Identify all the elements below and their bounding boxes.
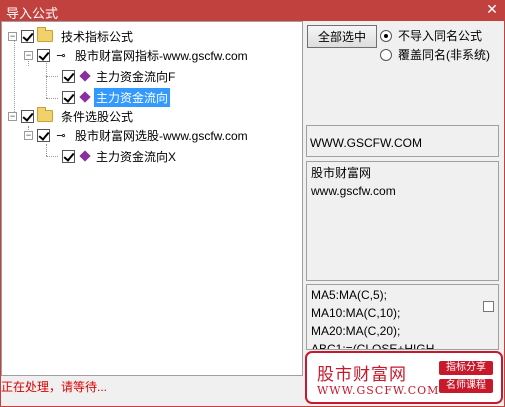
tree-node-label: 股市财富网指标-www.gscfw.com [75,48,248,63]
formula-line: MA10:MA(C,10); [311,306,401,320]
formula-line: MA20:MA(C,20); [311,324,401,338]
radio-skip-duplicates[interactable]: 不导入同名公式 [380,27,482,44]
tree-node-indicator-set[interactable]: − ⊸ 股市财富网指标-www.gscfw.com [24,46,250,64]
tree-node-screener-set[interactable]: − ⊸ 股市财富网选股-www.gscfw.com [24,126,250,144]
collapse-icon[interactable]: − [24,50,33,60]
set-checkbox[interactable] [37,128,50,142]
tree-item-label: 主力资金流向F [96,69,176,84]
group-checkbox[interactable] [21,29,34,43]
logo-title: 股市财富网 [317,365,407,385]
group-checkbox[interactable] [21,109,34,123]
select-all-button[interactable]: 全部选中 [307,25,377,48]
radio-button[interactable] [380,29,392,42]
formula-tree[interactable]: − 技术指标公式 − ⊸ 股市财富网指标-www.gscfw.com 主力资金流… [1,21,303,376]
item-checkbox[interactable] [62,90,75,104]
key-icon: ⊸ [56,49,66,62]
formula-line: ABC1:=(CLOSE+HIGH [311,342,435,350]
logo-badge: 名师课程 [439,379,493,393]
import-formula-dialog: 导入公式 ✕ − 技术指标公式 − ⊸ 股市财富网指标-www.gscfw.co… [0,0,505,407]
logo-badge: 指标分享 [439,361,493,375]
tree-item-formula[interactable]: 主力资金流向F [62,67,177,85]
tree-node-label: 股市财富网选股-www.gscfw.com [75,128,248,143]
tree-node-label: 技术指标公式 [61,29,134,44]
formula-line: MA5:MA(C,5); [311,288,388,302]
folder-icon [37,27,53,42]
site-field: WWW.GSCFW.COM [306,125,499,157]
tree-item-formula[interactable]: 主力资金流向X [62,147,178,165]
tree-node-indicator-group[interactable]: − 技术指标公式 [8,27,135,45]
collapse-icon[interactable]: − [8,111,17,121]
close-icon[interactable]: ✕ [485,2,499,16]
description-box[interactable]: 股市财富网 www.gscfw.com [306,161,499,281]
watermark-logo: 股市财富网 WWW.GSCFW.COM 指标分享 名师课程 [305,351,503,404]
tree-item-label-selected: 主力资金流向 [92,86,172,108]
tree-node-label: 条件选股公式 [61,109,134,124]
key-icon: ⊸ [56,129,66,142]
tree-item-formula[interactable]: 主力资金流向 [62,86,172,108]
item-checkbox[interactable] [62,149,75,163]
dialog-body: − 技术指标公式 − ⊸ 股市财富网指标-www.gscfw.com 主力资金流… [1,21,504,406]
formula-preview[interactable]: MA5:MA(C,5); MA10:MA(C,10); MA20:MA(C,20… [306,284,499,350]
window-title: 导入公式 [6,6,59,21]
collapse-icon[interactable]: − [8,31,17,41]
site-text: WWW.GSCFW.COM [310,136,422,150]
preview-checkbox[interactable] [483,301,494,312]
tree-item-label: 主力资金流向X [96,149,177,164]
radio-overwrite[interactable]: 覆盖同名(非系统) [380,46,490,63]
radio-button[interactable] [380,48,392,61]
title-bar[interactable]: 导入公式 ✕ [0,0,505,21]
collapse-icon[interactable]: − [24,130,33,140]
description-line: 股市财富网 [311,166,372,180]
item-checkbox[interactable] [62,69,75,83]
logo-url: WWW.GSCFW.COM [317,384,440,397]
set-checkbox[interactable] [37,48,50,62]
tree-node-screener-group[interactable]: − 条件选股公式 [8,107,135,125]
status-text: 正在处理，请等待... [1,380,108,394]
radio-label: 不导入同名公式 [398,29,483,43]
description-line: www.gscfw.com [311,184,396,198]
folder-icon [37,107,53,122]
formula-icon [79,70,91,82]
formula-icon [79,91,91,103]
formula-icon [79,150,91,162]
radio-label: 覆盖同名(非系统) [398,48,490,62]
